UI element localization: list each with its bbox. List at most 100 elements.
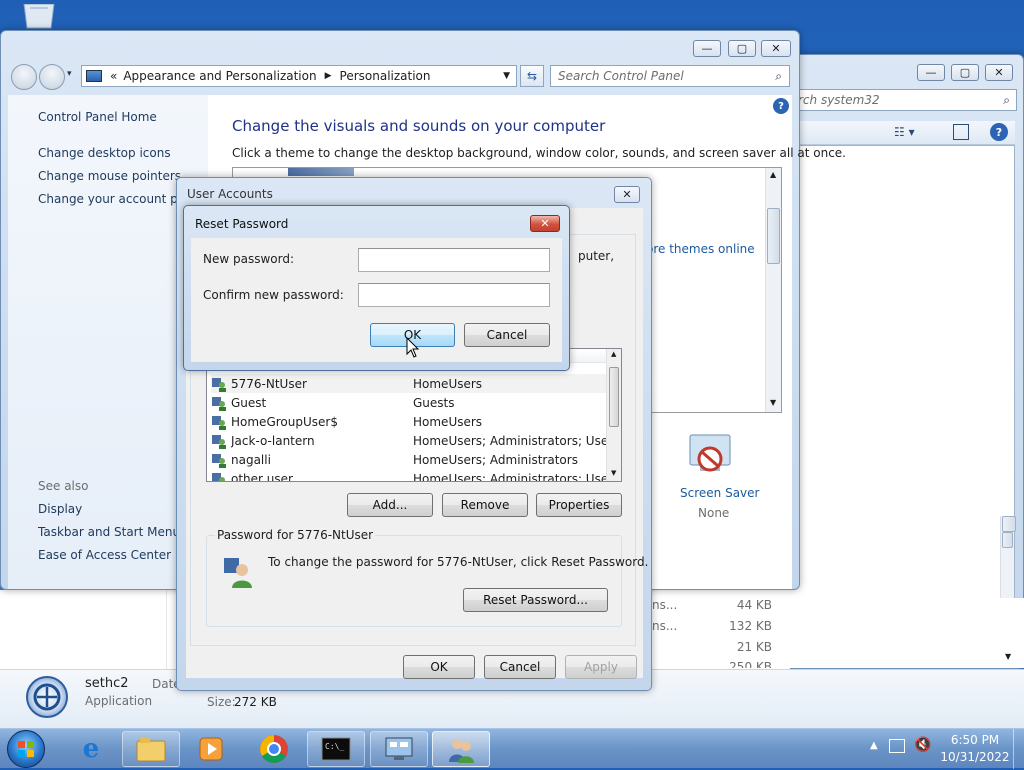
file-row[interactable]: ns... 44 KB xyxy=(652,598,772,614)
address-bar[interactable]: « Appearance and Personalization ▶ Perso… xyxy=(81,65,517,87)
search-input[interactable]: rch system32 ⌕ xyxy=(789,89,1017,111)
user-icon xyxy=(211,414,227,430)
change-account-picture-link[interactable]: Change your account pict xyxy=(38,192,192,206)
preview-pane-icon[interactable] xyxy=(953,124,969,140)
password-groupbox: Password for 5776-NtUser To change the p… xyxy=(206,528,648,627)
search-icon: ⌕ xyxy=(1003,92,1010,107)
taskbar-internet-explorer[interactable]: e xyxy=(62,731,120,767)
user-row[interactable]: nagalli HomeUsers; Administrators xyxy=(211,450,621,469)
clock-date[interactable]: 10/31/2022 xyxy=(940,750,1010,764)
scrollbar-thumb[interactable] xyxy=(1002,516,1016,532)
confirm-password-field[interactable] xyxy=(358,283,550,307)
taskbar-control-panel[interactable] xyxy=(370,731,428,767)
user-group: HomeUsers xyxy=(413,414,483,429)
user-icon xyxy=(211,452,227,468)
address-dropdown-icon[interactable]: ▼ xyxy=(503,71,510,81)
recent-pages-icon[interactable]: ▾ xyxy=(67,69,72,79)
file-list xyxy=(788,145,1015,666)
user-icon xyxy=(211,395,227,411)
back-button[interactable] xyxy=(11,64,37,90)
search-input[interactable]: Search Control Panel ⌕ xyxy=(550,65,790,87)
close-button[interactable]: ✕ xyxy=(761,40,791,57)
volume-muted-icon[interactable]: 🔇 xyxy=(914,737,931,753)
properties-button[interactable]: Properties xyxy=(536,493,622,517)
maximize-button[interactable]: ▢ xyxy=(728,40,756,57)
user-name: 5776-NtUser xyxy=(231,376,307,391)
user-row[interactable]: HomeGroupUser$ HomeUsers xyxy=(211,412,621,431)
file-row[interactable]: ns... 132 KB xyxy=(652,619,772,635)
show-hidden-icons[interactable]: ▲ xyxy=(870,740,878,751)
screen-saver-icon[interactable] xyxy=(686,433,736,479)
see-also-heading: See also xyxy=(38,479,89,493)
breadcrumb-separator-icon[interactable]: ▶ xyxy=(325,71,332,81)
breadcrumb-overflow-icon[interactable]: « xyxy=(110,69,117,83)
divider xyxy=(166,590,167,670)
taskbar-chrome[interactable] xyxy=(245,731,303,767)
user-name: Guest xyxy=(231,395,267,410)
network-icon[interactable] xyxy=(889,739,905,753)
taskbar-media-player[interactable] xyxy=(182,731,240,767)
taskbar-start-menu-link[interactable]: Taskbar and Start Menu xyxy=(38,525,180,539)
cancel-button[interactable]: Cancel xyxy=(464,323,550,347)
help-icon[interactable]: ? xyxy=(773,98,789,114)
taskbar-user-accounts[interactable] xyxy=(432,731,490,767)
groupbox-title: Password for 5776-NtUser xyxy=(215,528,376,542)
users-list-scrollbar[interactable]: ▲ ▼ xyxy=(606,349,621,481)
scroll-up-icon[interactable]: ▲ xyxy=(770,170,776,179)
user-row[interactable]: 5776-NtUser HomeUsers xyxy=(211,374,621,393)
taskbar-command-prompt[interactable]: C:\_ xyxy=(307,731,365,767)
minimize-button[interactable]: — xyxy=(693,40,721,57)
user-group: HomeUsers; Administrators; Users xyxy=(413,433,620,448)
taskbar-file-explorer[interactable] xyxy=(122,731,180,767)
maximize-button[interactable]: ▢ xyxy=(951,64,979,81)
start-button[interactable] xyxy=(7,730,45,768)
close-button[interactable]: ✕ xyxy=(614,186,640,203)
screen-saver-link[interactable]: Screen Saver xyxy=(680,486,759,500)
scroll-down-icon[interactable]: ▼ xyxy=(1005,652,1011,661)
minimize-button[interactable]: — xyxy=(917,64,945,81)
change-desktop-icons-link[interactable]: Change desktop icons xyxy=(38,146,171,160)
ok-button[interactable]: OK xyxy=(403,655,475,679)
scroll-down-icon[interactable]: ▼ xyxy=(611,469,616,477)
user-row[interactable]: Jack-o-lantern HomeUsers; Administrators… xyxy=(211,431,621,450)
user-name: Jack-o-lantern xyxy=(231,433,315,448)
search-placeholder: rch system32 xyxy=(798,93,880,107)
show-desktop-button[interactable] xyxy=(1013,729,1024,769)
new-password-field[interactable] xyxy=(358,248,550,272)
scroll-down-icon[interactable]: ▼ xyxy=(770,398,776,407)
scrollbar-thumb[interactable] xyxy=(1002,532,1013,548)
reset-password-button[interactable]: Reset Password... xyxy=(463,588,608,612)
scrollbar-thumb[interactable] xyxy=(609,367,619,427)
file-size: 250 KB xyxy=(729,660,772,668)
file-row[interactable]: 250 KB xyxy=(652,660,772,668)
forward-button[interactable] xyxy=(39,64,65,90)
ease-of-access-link[interactable]: Ease of Access Center xyxy=(38,548,171,562)
get-more-themes-link[interactable]: ore themes online xyxy=(646,242,755,256)
clock-time[interactable]: 6:50 PM xyxy=(945,733,1005,747)
apply-button[interactable]: Apply xyxy=(565,655,637,679)
theme-thumbnail[interactable] xyxy=(288,168,354,176)
control-panel-icon xyxy=(86,70,102,82)
scroll-up-icon[interactable]: ▲ xyxy=(611,350,616,358)
cancel-button[interactable]: Cancel xyxy=(484,655,556,679)
close-button[interactable]: ✕ xyxy=(985,64,1013,81)
scrollbar-thumb[interactable] xyxy=(767,208,780,264)
breadcrumb-personalization[interactable]: Personalization xyxy=(340,69,431,83)
user-row[interactable]: other user HomeUsers; Administrators; Us… xyxy=(211,469,621,482)
display-link[interactable]: Display xyxy=(38,502,82,516)
file-row[interactable]: 21 KB xyxy=(652,640,772,656)
change-mouse-pointers-link[interactable]: Change mouse pointers xyxy=(38,169,181,183)
media-player-icon xyxy=(199,737,223,761)
remove-user-button[interactable]: Remove xyxy=(442,493,528,517)
refresh-button[interactable]: ⇆ xyxy=(520,65,544,87)
help-icon[interactable]: ? xyxy=(990,123,1008,141)
user-group: HomeUsers; Administrators; Users xyxy=(413,471,620,482)
close-button[interactable]: ✕ xyxy=(530,215,560,232)
view-options-icon[interactable]: ☷ ▾ xyxy=(894,125,915,139)
add-user-button[interactable]: Add... xyxy=(347,493,433,517)
recycle-bin-icon[interactable] xyxy=(20,3,58,30)
theme-list-scrollbar[interactable]: ▲ ▼ xyxy=(765,168,781,412)
user-row[interactable]: Guest Guests xyxy=(211,393,621,412)
control-panel-home-link[interactable]: Control Panel Home xyxy=(38,110,157,124)
breadcrumb-appearance[interactable]: Appearance and Personalization xyxy=(123,69,316,83)
